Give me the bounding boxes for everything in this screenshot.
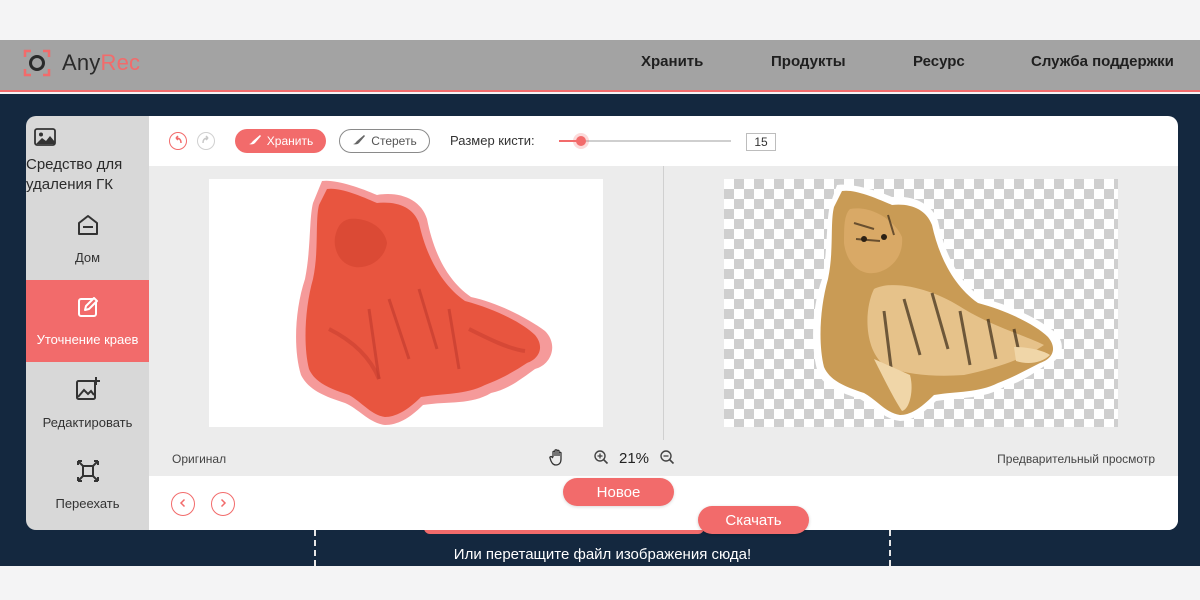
download-button[interactable]: Скачать [698,506,809,534]
sidebar-item-move[interactable]: Переехать [26,444,149,526]
brush-size-slider[interactable] [559,136,731,146]
keep-brush-button[interactable]: Хранить [235,129,326,153]
undo-button[interactable] [169,132,187,150]
view-divider [663,166,664,440]
sidebar-item-label: Дом [74,250,101,265]
hand-icon[interactable] [549,448,565,469]
brush-icon [248,134,262,149]
image-edit-icon [75,376,101,405]
logo-text: AnyRec [62,50,140,76]
redo-icon [201,134,211,148]
logo-text-rec: Rec [100,50,141,75]
preview-label: Предварительный просмотр [997,452,1155,466]
chevron-right-icon [218,495,228,513]
sidebar-item-refine-edges[interactable]: Уточнение краев [26,280,149,362]
drop-zone-border-right [889,530,891,566]
sidebar-item-label: Уточнение краев [36,332,139,347]
top-strip [0,0,1200,40]
sidebar-title: Средство для удаления ГК [26,128,149,195]
bottom-strip [0,566,1200,600]
zoom-out-icon[interactable] [659,449,675,468]
drop-zone-text: Или перетащите файл изображения сюда! [453,546,752,563]
chevron-left-icon [178,495,188,513]
new-button[interactable]: Новое [563,478,674,506]
sidebar-item-home[interactable]: Дом [26,198,149,280]
status-bar: Оригинал 21% Предварительный просмотр [149,440,1178,476]
next-button[interactable] [211,492,235,516]
nav-item-support[interactable]: Служба поддержки [1031,53,1174,70]
logo-icon [22,48,52,78]
sidebar-item-edit[interactable]: Редактировать [26,362,149,444]
keep-brush-label: Хранить [266,134,314,148]
erase-brush-button[interactable]: Стереть [339,129,430,153]
edit-icon [76,295,100,322]
sidebar-item-label: Переехать [55,496,120,511]
editor-footer: Новое [149,476,1178,530]
brush-size-label: Размер кисти: [450,133,535,148]
sidebar-item-label: Редактировать [42,415,133,430]
logo-text-any: Any [62,50,101,75]
image-icon [34,128,149,151]
original-image[interactable] [209,179,603,427]
logo[interactable]: AnyRec [22,48,140,78]
sidebar: Средство для удаления ГК Дом Уточнение к… [26,116,149,530]
preview-image[interactable] [724,179,1118,427]
brush-size-value[interactable]: 15 [746,133,776,151]
erase-brush-label: Стереть [371,134,417,148]
editor-panel: Хранить Стереть Размер кисти: 15 Оригина… [149,116,1178,530]
sidebar-title-text: Средство для удаления ГК [26,156,123,193]
original-label: Оригинал [172,452,227,466]
undo-icon [173,134,183,148]
zoom-in-icon[interactable] [593,449,609,468]
home-icon [76,213,100,240]
nav-item-products[interactable]: Продукты [771,53,846,70]
eraser-icon [352,134,366,149]
editor-toolbar: Хранить Стереть Размер кисти: 15 [149,116,1178,166]
prev-button[interactable] [171,492,195,516]
nav-item-store[interactable]: Хранить [641,53,703,70]
slider-thumb[interactable] [576,136,586,146]
move-icon [76,459,100,486]
zoom-controls: 21% [549,447,675,469]
site-header: AnyRec Хранить Продукты Ресурс Служба по… [0,40,1200,92]
nav-item-resource[interactable]: Ресурс [913,53,965,70]
zoom-percentage: 21% [619,449,650,467]
canvas-area [149,166,1178,440]
redo-button[interactable] [197,132,215,150]
